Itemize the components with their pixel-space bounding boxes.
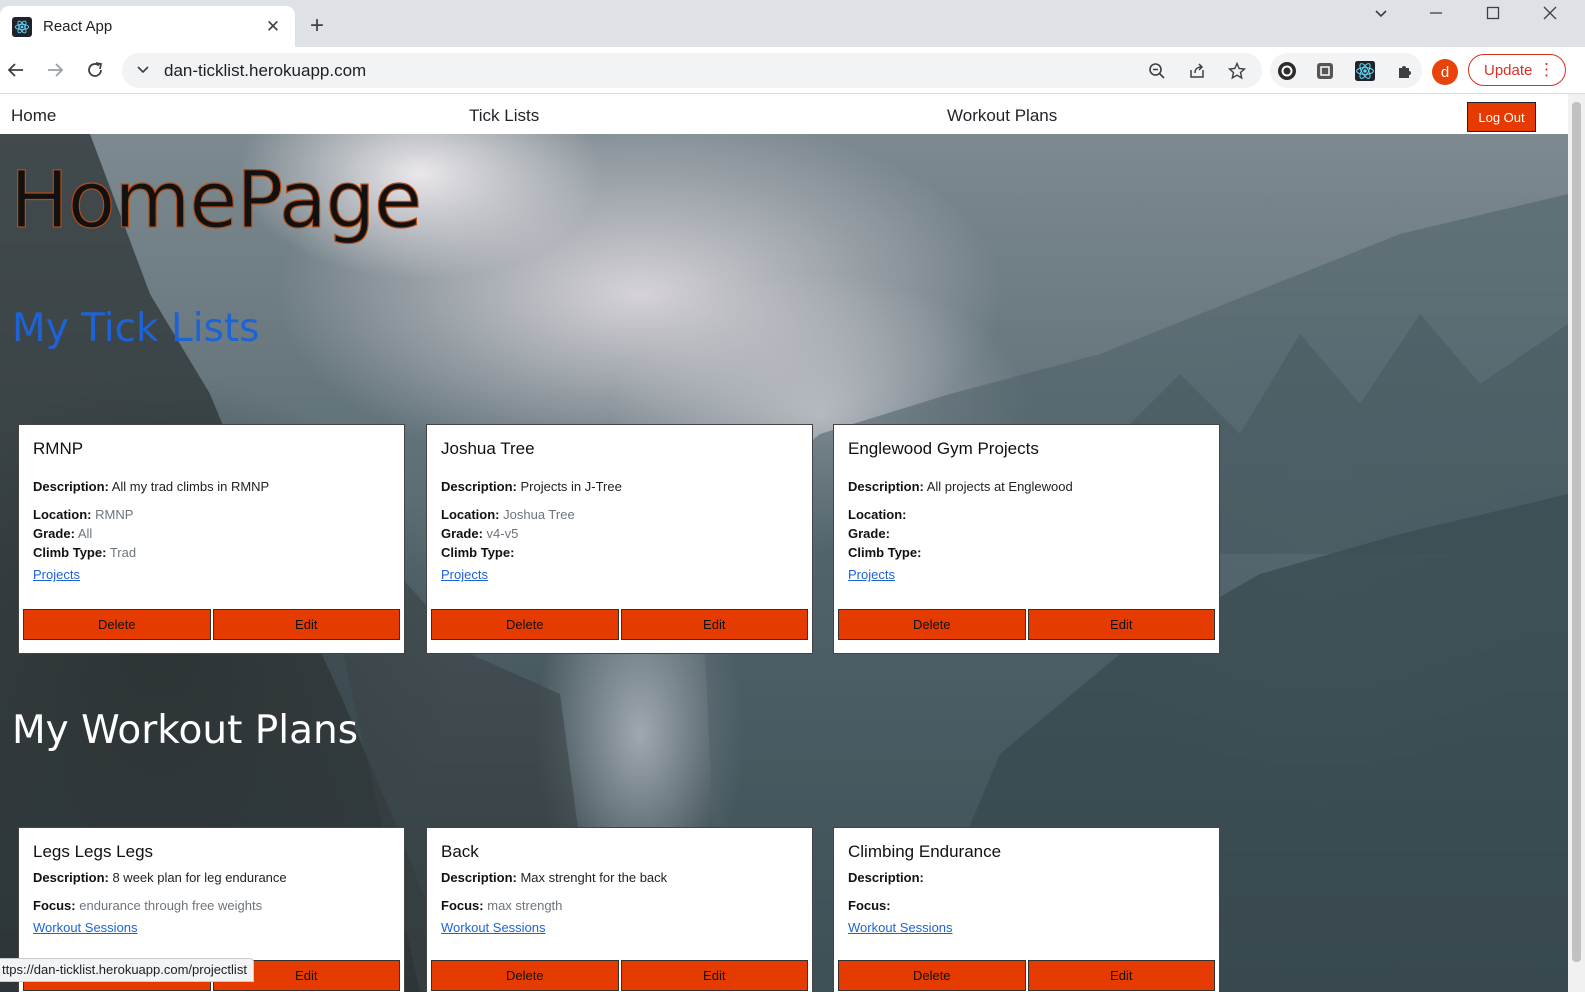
nav-workoutplans-link[interactable]: Workout Plans [947,106,1057,126]
edit-button[interactable]: Edit [1027,609,1215,640]
delete-button[interactable]: Delete [23,609,211,640]
card-grade: Grade: All [33,526,93,541]
card-description: Description: All my trad climbs in RMNP [33,479,270,494]
address-bar[interactable]: dan-ticklist.herokuapp.com [122,53,1262,88]
reload-icon[interactable] [82,57,108,83]
page-viewport: Home Tick Lists Workout Plans Log Out Ho… [0,94,1568,992]
projects-link[interactable]: Projects [848,567,895,582]
card-title: RMNP [33,439,84,458]
workout-plan-card: Climbing Endurance Description: Focus: W… [833,827,1220,992]
card-actions: Delete Edit [431,960,808,991]
workout-sessions-link[interactable]: Workout Sessions [848,920,953,935]
card-climb-type: Climb Type: [441,545,515,560]
update-label: Update [1484,61,1533,79]
tab-title: React App [43,18,113,35]
close-tab-icon[interactable]: ✕ [263,17,283,37]
card-focus: Focus: [848,898,891,913]
edit-button[interactable]: Edit [1027,960,1215,991]
site-info-icon[interactable] [136,62,150,81]
minimize-icon[interactable] [1421,5,1451,25]
mountain-background: HomePage My Tick Lists RMNP Description:… [0,134,1568,992]
card-focus: Focus: max strength [441,898,563,913]
back-icon[interactable] [3,57,29,83]
card-grade: Grade: v4-v5 [441,526,519,541]
projects-link[interactable]: Projects [33,567,80,582]
card-climb-type: Climb Type: [848,545,922,560]
card-title: Englewood Gym Projects [848,439,1039,458]
ticklists-heading: My Tick Lists [12,306,260,351]
scrollbar-thumb[interactable] [1572,102,1581,962]
forward-icon[interactable] [42,57,68,83]
browser-tab[interactable]: React App ✕ [0,6,295,47]
workout-sessions-link[interactable]: Workout Sessions [33,920,138,935]
share-icon[interactable] [1186,60,1208,82]
ticklist-card: Englewood Gym Projects Description: All … [833,424,1220,654]
card-description: Description: 8 week plan for leg enduran… [33,870,287,885]
browser-toolbar: dan-ticklist.herokuapp.com d Update ⋮ [0,47,1585,94]
card-title: Climbing Endurance [848,842,1002,861]
delete-button[interactable]: Delete [431,609,619,640]
card-actions: Delete Edit [838,609,1215,640]
react-favicon-icon [12,16,32,37]
delete-button[interactable]: Delete [838,960,1026,991]
tab-search-icon[interactable] [1366,5,1396,25]
ticklist-card: Joshua Tree Description: Projects in J-T… [426,424,813,654]
profile-avatar[interactable]: d [1432,59,1458,85]
card-location: Location: Joshua Tree [441,507,575,522]
link-status-bar: ttps://dan-ticklist.herokuapp.com/projec… [0,958,254,982]
extensions-group [1270,53,1422,88]
card-description: Description: Max strenght for the back [441,870,668,885]
new-tab-icon[interactable]: + [310,14,324,38]
url-text: dan-ticklist.herokuapp.com [164,60,367,80]
react-devtools-icon[interactable] [1354,60,1376,82]
projects-link[interactable]: Projects [441,567,488,582]
card-description: Description: Projects in J-Tree [441,479,622,494]
page-title: HomePage [9,155,422,246]
edit-button[interactable]: Edit [212,609,400,640]
edit-button[interactable]: Edit [620,609,808,640]
nav-home-link[interactable]: Home [11,106,56,126]
browser-tabstrip: React App ✕ + [0,0,1585,47]
nav-ticklists-link[interactable]: Tick Lists [469,106,539,126]
card-focus: Focus: endurance through free weights [33,898,263,913]
delete-button[interactable]: Delete [431,960,619,991]
maximize-icon[interactable] [1478,5,1508,25]
card-title: Joshua Tree [441,439,535,458]
close-window-icon[interactable] [1535,5,1565,25]
card-title: Legs Legs Legs [33,842,154,861]
workout-sessions-link[interactable]: Workout Sessions [441,920,546,935]
ticklist-card: RMNP Description: All my trad climbs in … [18,424,405,654]
workout-plan-card: Back Description: Max strenght for the b… [426,827,813,992]
bookmark-star-icon[interactable] [1226,60,1248,82]
edit-button[interactable]: Edit [620,960,808,991]
menu-dots-icon[interactable]: ⋮ [1538,61,1555,79]
card-location: Location: RMNP [33,507,134,522]
card-climb-type: Climb Type: Trad [33,545,137,560]
logout-button[interactable]: Log Out [1467,102,1536,132]
card-actions: Delete Edit [23,609,400,640]
extensions-puzzle-icon[interactable] [1394,60,1416,82]
app-navbar: Home Tick Lists Workout Plans Log Out [0,94,1568,134]
card-title: Back [441,842,479,861]
card-actions: Delete Edit [838,960,1215,991]
zoom-icon[interactable] [1146,60,1168,82]
update-button[interactable]: Update ⋮ [1468,54,1566,86]
workout-plans-heading: My Workout Plans [12,708,359,753]
card-actions: Delete Edit [431,609,808,640]
page-scrollbar[interactable] [1568,94,1585,992]
card-description: Description: [848,870,924,885]
card-location: Location: [848,507,907,522]
extension-circle-icon[interactable] [1276,60,1298,82]
card-grade: Grade: [848,526,890,541]
extension-reader-icon[interactable] [1314,60,1336,82]
card-description: Description: All projects at Englewood [848,479,1073,494]
delete-button[interactable]: Delete [838,609,1026,640]
